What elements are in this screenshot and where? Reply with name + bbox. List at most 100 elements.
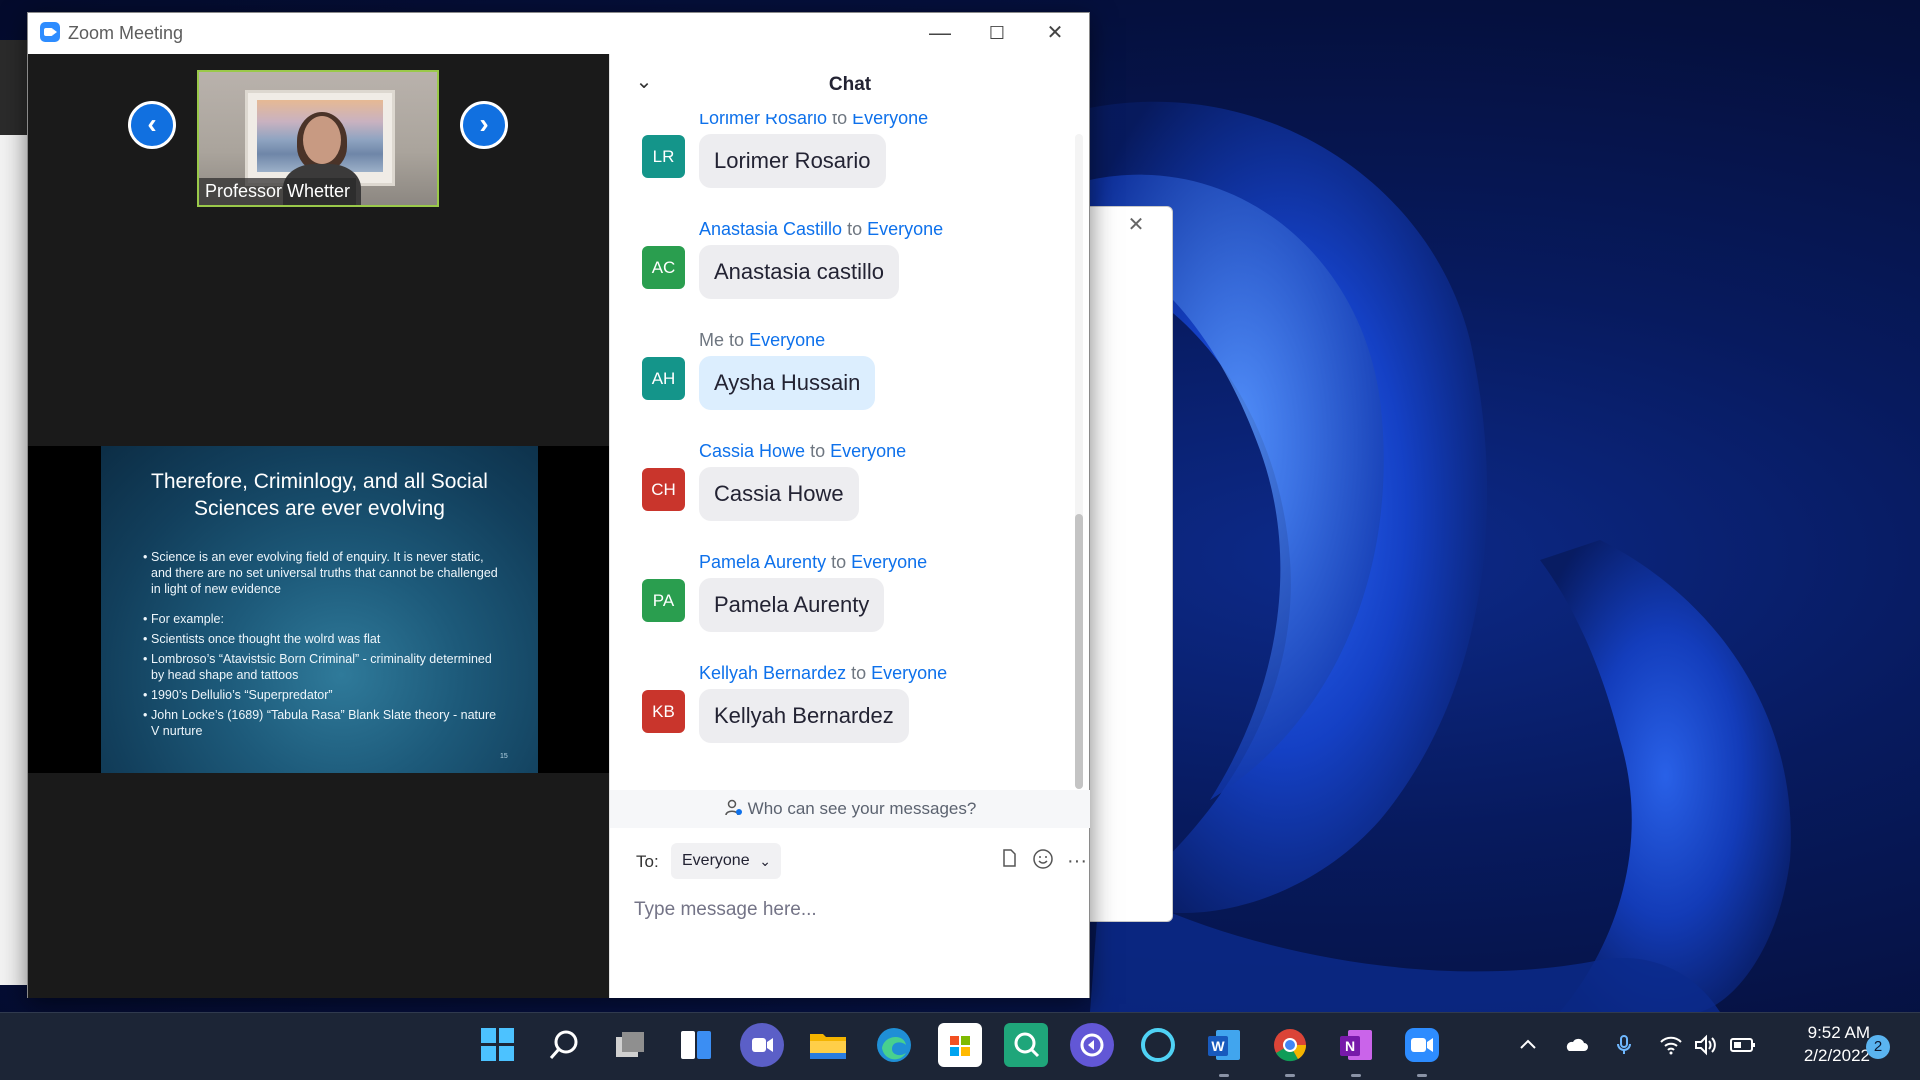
to-word: to xyxy=(831,552,847,572)
slide-bullet-list: Science is an ever evolving field of enq… xyxy=(143,549,503,743)
remote-icon[interactable] xyxy=(1070,1023,1114,1067)
message-bubble[interactable]: Kellyah Bernardez xyxy=(699,689,909,743)
to-label: To: xyxy=(636,852,659,871)
message-bubble[interactable]: Pamela Aurenty xyxy=(699,578,885,632)
taskbar: W N 9:52 AM 2/2/2022 2 xyxy=(0,1012,1920,1080)
slide-bullet: Science is an ever evolving field of enq… xyxy=(143,549,503,597)
avatar: PA xyxy=(642,579,685,622)
message-meta: Lorimer Rosario to Everyone xyxy=(699,114,928,129)
file-explorer-icon[interactable] xyxy=(806,1023,850,1067)
avatar: LR xyxy=(642,135,685,178)
emoji-icon[interactable] xyxy=(1030,848,1056,874)
recipient-name[interactable]: Everyone xyxy=(871,663,947,683)
onedrive-cloud-icon[interactable] xyxy=(1563,1033,1589,1063)
message-meta: Pamela Aurenty to Everyone xyxy=(699,552,927,573)
to-word: to xyxy=(729,330,745,350)
slide-bullet: Lombroso’s “Atavistsic Born Criminal” - … xyxy=(143,651,503,683)
message-meta: Anastasia Castillo to Everyone xyxy=(699,219,943,240)
recipient-name[interactable]: Everyone xyxy=(851,552,927,572)
notification-badge[interactable]: 2 xyxy=(1866,1035,1890,1059)
maximize-button[interactable]: ☐ xyxy=(972,17,1022,49)
clock-time: 9:52 AM xyxy=(1807,1023,1870,1042)
chevron-left-icon: ‹ xyxy=(147,108,157,139)
privacy-text: Who can see your messages? xyxy=(747,799,977,818)
chevron-down-icon: ⌄ xyxy=(759,853,771,869)
chat-message: KB Kellyah Bernardez to Everyone Kellyah… xyxy=(610,663,1070,774)
store-icon[interactable] xyxy=(938,1023,982,1067)
minimize-button[interactable]: — xyxy=(915,17,965,49)
chat-message-list[interactable]: LR Lorimer Rosario to Everyone Lorimer R… xyxy=(610,114,1070,790)
message-privacy-bar[interactable]: Who can see your messages? xyxy=(610,790,1090,828)
slide-bullet: Scientists once thought the wolrd was fl… xyxy=(143,631,503,647)
slide-bullet: John Locke’s (1689) “Tabula Rasa” Blank … xyxy=(143,707,503,739)
avatar: AC xyxy=(642,246,685,289)
file-icon[interactable] xyxy=(996,848,1022,874)
to-word: to xyxy=(847,219,863,239)
task-view-icon[interactable] xyxy=(608,1023,652,1067)
scrollbar-thumb[interactable] xyxy=(1075,514,1083,789)
zoom-logo-icon xyxy=(40,22,60,42)
message-bubble[interactable]: Aysha Hussain xyxy=(699,356,876,410)
zoom-meeting-window: Zoom Meeting — ☐ ✕ ‹ Professor Whetter ›… xyxy=(27,12,1090,998)
avatar: AH xyxy=(642,357,685,400)
to-word: to xyxy=(851,663,867,683)
sender-name[interactable]: Kellyah Bernardez xyxy=(699,663,846,683)
person-visibility-icon xyxy=(724,799,742,816)
battery-icon[interactable] xyxy=(1729,1033,1757,1063)
recipient-name[interactable]: Everyone xyxy=(867,219,943,239)
widgets-icon[interactable] xyxy=(674,1023,718,1067)
recipient-dropdown[interactable]: Everyone ⌄ xyxy=(671,843,781,879)
microphone-icon[interactable] xyxy=(1612,1033,1636,1063)
previous-page-button[interactable]: ‹ xyxy=(128,101,176,149)
chrome-icon[interactable] xyxy=(1268,1023,1312,1077)
show-hidden-icons-chevron-icon[interactable] xyxy=(1516,1033,1540,1063)
chat-message: LR Lorimer Rosario to Everyone Lorimer R… xyxy=(610,114,1070,219)
volume-icon[interactable] xyxy=(1693,1033,1719,1063)
recipient-name[interactable]: Everyone xyxy=(852,114,928,128)
sender-name[interactable]: Pamela Aurenty xyxy=(699,552,826,572)
message-bubble[interactable]: Cassia Howe xyxy=(699,467,859,521)
chat-scrollbar[interactable] xyxy=(1075,134,1083,789)
slide-bullet: 1990’s Dellulio’s “Superpredator” xyxy=(143,687,503,703)
chat-message: AC Anastasia Castillo to Everyone Anasta… xyxy=(610,219,1070,330)
message-input[interactable] xyxy=(634,894,1064,926)
chevron-right-icon: › xyxy=(479,108,489,139)
participant-name-label: Professor Whetter xyxy=(199,178,357,205)
slide-bullet: For example: xyxy=(143,611,503,627)
background-window-right: ✕ xyxy=(1085,206,1173,922)
onenote-icon[interactable]: N xyxy=(1334,1023,1378,1077)
participant-video-tile[interactable]: Professor Whetter xyxy=(197,70,439,207)
taskbar-clock[interactable]: 9:52 AM 2/2/2022 xyxy=(1774,1021,1870,1067)
teams-chat-icon[interactable] xyxy=(740,1023,784,1067)
edge-icon[interactable] xyxy=(872,1023,916,1067)
wifi-icon[interactable] xyxy=(1658,1033,1684,1063)
chat-message: PA Pamela Aurenty to Everyone Pamela Aur… xyxy=(610,552,1070,663)
chat-message: CH Cassia Howe to Everyone Cassia Howe xyxy=(610,441,1070,552)
clock-date: 2/2/2022 xyxy=(1803,1046,1870,1065)
more-options-icon[interactable]: ··· xyxy=(1064,848,1090,874)
zoom-icon[interactable] xyxy=(1400,1023,1444,1077)
sender-name[interactable]: Lorimer Rosario xyxy=(699,114,827,128)
start-icon[interactable] xyxy=(476,1023,520,1067)
background-window-close-icon[interactable]: ✕ xyxy=(1126,215,1146,235)
sender-name[interactable]: Cassia Howe xyxy=(699,441,805,461)
next-page-button[interactable]: › xyxy=(460,101,508,149)
to-word: to xyxy=(832,114,848,128)
svg-text:N: N xyxy=(1345,1038,1355,1054)
avatar: CH xyxy=(642,468,685,511)
chat-message: AH Me to Everyone Aysha Hussain xyxy=(610,330,1070,441)
recipient-name[interactable]: Everyone xyxy=(830,441,906,461)
word-icon[interactable]: W xyxy=(1202,1023,1246,1077)
message-meta: Me to Everyone xyxy=(699,330,825,351)
quick-assist-icon[interactable] xyxy=(1004,1023,1048,1067)
shared-screen: Therefore, Criminlogy, and all Social Sc… xyxy=(28,446,609,773)
sender-name[interactable]: Anastasia Castillo xyxy=(699,219,842,239)
cortana-icon[interactable] xyxy=(1136,1023,1180,1067)
message-meta: Cassia Howe to Everyone xyxy=(699,441,906,462)
recipient-name[interactable]: Everyone xyxy=(749,330,825,350)
search-icon[interactable] xyxy=(542,1023,586,1067)
close-button[interactable]: ✕ xyxy=(1030,17,1080,49)
message-bubble[interactable]: Lorimer Rosario xyxy=(699,134,886,188)
message-bubble[interactable]: Anastasia castillo xyxy=(699,245,899,299)
recipient-dropdown-value: Everyone xyxy=(682,852,750,869)
